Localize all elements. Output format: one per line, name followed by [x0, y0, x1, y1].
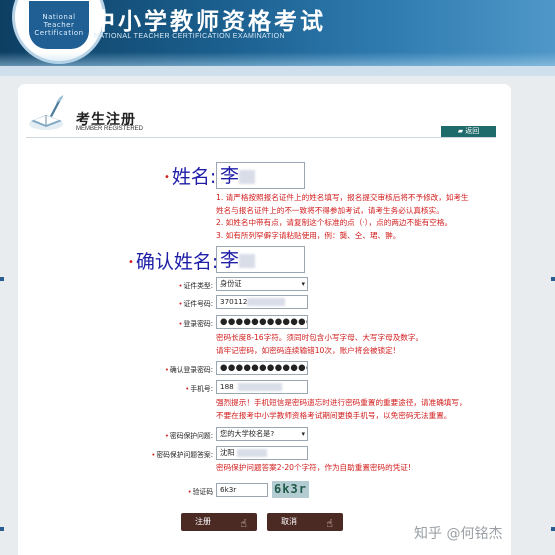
- name-notes: 1. 请严格按照报名证件上的姓名填写，报名提交审核后将不予修改，如考生 姓名与报…: [216, 193, 469, 240]
- answer-notes: 密码保护问题答案2-20个字符，作为自助重置密码的凭证!: [216, 463, 411, 472]
- confirm-name-input[interactable]: 李: [216, 246, 305, 273]
- captcha-input[interactable]: 6k3r: [216, 483, 268, 497]
- name-value: 李: [220, 165, 240, 187]
- submit-button[interactable]: 注册 ☝: [181, 513, 257, 531]
- page-subtitle: MEMBER REGISTERED: [76, 126, 144, 132]
- id-type-label: •证件类型:: [178, 282, 214, 290]
- password-label: •登录密码:: [178, 320, 214, 328]
- required-dot: •: [128, 257, 134, 268]
- logo-text: National Teacher Certification: [34, 13, 84, 37]
- resize-handle-left: [0, 277, 4, 281]
- banner-divider: [0, 66, 555, 76]
- book-quill-icon: [29, 95, 64, 130]
- pointer-hand-icon: ☝: [240, 517, 247, 530]
- heading-divider: [26, 137, 496, 138]
- submit-button-label: 注册: [195, 517, 211, 526]
- cancel-button-label: 取消: [281, 517, 297, 526]
- question-value: 您的大学校名是?: [220, 429, 275, 438]
- resize-handle-right: [551, 277, 555, 281]
- confirm-password-value: ●●●●●●●●●●●●●●●: [220, 363, 307, 373]
- confirm-name-label: • 确认姓名:: [128, 251, 219, 273]
- back-button-label: 返回: [465, 127, 480, 135]
- site-banner: National Teacher Certification 中小学教师资格考试…: [0, 0, 555, 66]
- question-label: •密码保护问题:: [164, 432, 213, 440]
- confirm-name-value: 李: [220, 249, 240, 271]
- captcha-value: 6k3r: [220, 485, 237, 494]
- redaction-blur: [239, 253, 256, 268]
- password-input[interactable]: ●●●●●●●●●●●●●●●: [216, 315, 308, 329]
- site-title: 中小学教师资格考试: [92, 8, 326, 35]
- required-dot: •: [164, 172, 170, 183]
- question-select[interactable]: 您的大学校名是? ▾: [216, 427, 308, 441]
- chevron-down-icon: ▾: [301, 430, 305, 438]
- redaction-blur: [237, 383, 282, 391]
- redaction-blur: [247, 298, 286, 306]
- captcha-label: •验证码: [187, 488, 213, 496]
- password-value: ●●●●●●●●●●●●●●●: [220, 317, 307, 327]
- cancel-button[interactable]: 取消 ☝: [267, 513, 343, 531]
- confirm-password-input[interactable]: ●●●●●●●●●●●●●●●: [216, 361, 308, 375]
- site-subtitle: NATIONAL TEACHER CERTIFICATION EXAMINATI…: [94, 33, 285, 40]
- phone-notes: 强烈提示！手机短信是密码遗忘时进行密码重置的重要途径，请准确填写， 不要在报考中…: [216, 398, 467, 420]
- redaction-blur: [239, 169, 256, 184]
- name-input[interactable]: 李: [216, 162, 305, 189]
- redaction-blur: [237, 449, 268, 457]
- captcha-image[interactable]: 6k3r: [272, 481, 309, 498]
- phone-value: 188: [220, 382, 234, 391]
- resize-handle-bottom-right: [551, 527, 555, 531]
- id-type-select[interactable]: 身份证 ▾: [216, 277, 308, 291]
- answer-label: •密码保护问题答案:: [151, 451, 213, 459]
- phone-input[interactable]: 188: [216, 380, 308, 394]
- confirm-password-label: •确认登录密码:: [164, 366, 213, 374]
- chevron-down-icon: ▾: [301, 280, 305, 288]
- watermark: 知乎 @何铭杰: [414, 526, 503, 542]
- resize-handle-bottom-left: [0, 527, 4, 531]
- id-number-input[interactable]: 370112: [216, 295, 308, 309]
- id-number-label: •证件号码:: [178, 300, 214, 308]
- id-type-value: 身份证: [220, 279, 242, 288]
- name-label: • 姓名:: [164, 166, 217, 188]
- pointer-hand-icon: ☝: [326, 517, 333, 530]
- id-number-value: 370112: [220, 297, 248, 306]
- back-button[interactable]: ▰ 返回: [441, 126, 496, 137]
- phone-label: •手机号:: [185, 385, 213, 393]
- answer-value: 沈阳: [220, 448, 235, 457]
- password-notes: 密码长度8-16字符。须同时包含小写字母、大写字母及数字。 请牢记密码，如密码连…: [216, 333, 424, 355]
- answer-input[interactable]: 沈阳: [216, 446, 308, 460]
